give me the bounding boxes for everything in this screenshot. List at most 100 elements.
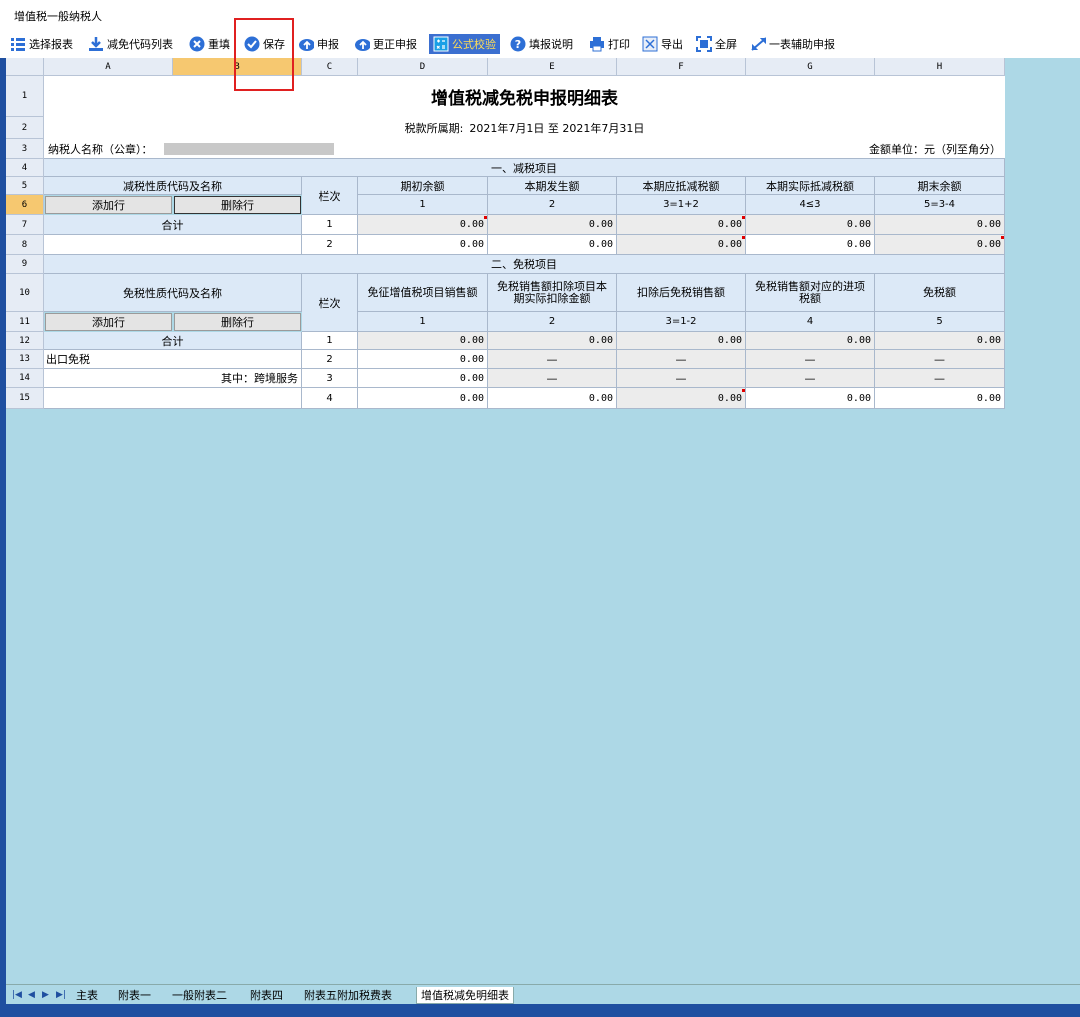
row-header-8[interactable]: 8	[6, 235, 44, 255]
s2-r4-c1-input[interactable]: 0.00	[358, 388, 488, 409]
column-header-h[interactable]: H	[875, 58, 1005, 76]
tax-period-value: 2021年7月1日 至 2021年7月31日	[469, 122, 645, 135]
s1-col-header-5: 期末余额	[875, 177, 1005, 195]
row-header-9[interactable]: 9	[6, 255, 44, 274]
s1-delete-row-button[interactable]: 删除行	[174, 196, 301, 214]
s2-r3-c4: —	[746, 369, 875, 388]
s2-col-num-3: 3=1-2	[617, 312, 746, 332]
row-header-1[interactable]: 1	[6, 76, 44, 117]
s2-col-header-4: 免税销售额对应的进项税额	[746, 274, 875, 312]
s1-col-num-4: 4≤3	[746, 195, 875, 215]
next-sheet-icon[interactable]: ▶	[42, 987, 49, 1003]
s2-row4-name-input[interactable]	[44, 388, 302, 409]
formula-check-button[interactable]: 公式校验	[429, 34, 500, 54]
s2-cross-border-label: 其中：跨境服务	[44, 369, 302, 388]
cell-note-marker	[742, 216, 745, 219]
section1-title: 一、减税项目	[44, 159, 1005, 177]
row-header-13[interactable]: 13	[6, 350, 44, 369]
column-header-b[interactable]: B	[173, 58, 302, 76]
window-title: 增值税一般纳税人	[14, 10, 102, 23]
export-button[interactable]: 导出	[642, 34, 683, 54]
column-header-c[interactable]: C	[302, 58, 358, 76]
tax-period: 税款所属期: 2021年7月1日 至 2021年7月31日	[44, 117, 1005, 139]
s2-r1-c2: 0.00	[488, 332, 617, 350]
correct-declare-button[interactable]: 更正申报	[354, 34, 417, 54]
tax-period-label: 税款所属期:	[404, 122, 464, 135]
corner-header[interactable]	[6, 58, 44, 76]
s2-r1-c4: 0.00	[746, 332, 875, 350]
s2-r4-c2-input[interactable]: 0.00	[488, 388, 617, 409]
s1-col-num-3: 3=1+2	[617, 195, 746, 215]
check-circle-icon	[244, 36, 260, 52]
svg-text:?: ?	[515, 38, 521, 51]
exemption-code-list-button[interactable]: 减免代码列表	[88, 34, 173, 54]
s1-r2-c2-input[interactable]: 0.00	[488, 235, 617, 255]
s1-r2-c1-input[interactable]: 0.00	[358, 235, 488, 255]
cell-note-marker	[742, 236, 745, 239]
s2-r1-c3: 0.00	[617, 332, 746, 350]
sheet-tabs: |◀ ◀ ▶ ▶| 主表 附表一 一般附表二 附表四 附表五附加税费表 增值税减…	[6, 984, 1080, 1005]
row-header-6[interactable]: 6	[6, 195, 44, 215]
row-header-5[interactable]: 5	[6, 177, 44, 195]
calculator-icon	[433, 36, 449, 52]
cloud-upload-icon	[298, 36, 314, 52]
s1-col-num-5: 5=3-4	[875, 195, 1005, 215]
tab-schedule-1[interactable]: 附表一	[118, 987, 151, 1003]
spreadsheet: A B C D E F G H 1 2 3 4 5 6 7 8 9 10 11 …	[6, 58, 1080, 984]
s2-delete-row-button[interactable]: 删除行	[174, 313, 301, 331]
s2-r3-c1-input[interactable]: 0.00	[358, 369, 488, 388]
declare-button[interactable]: 申报	[298, 34, 339, 54]
column-header-e[interactable]: E	[488, 58, 617, 76]
row-header-4[interactable]: 4	[6, 159, 44, 177]
row-header-7[interactable]: 7	[6, 215, 44, 235]
last-sheet-icon[interactable]: ▶|	[56, 987, 66, 1003]
report-title: 增值税减免税申报明细表	[44, 76, 1005, 117]
row-header-10[interactable]: 10	[6, 274, 44, 312]
list-icon	[10, 36, 26, 52]
status-bar	[0, 1004, 1080, 1017]
fullscreen-button[interactable]: 全屏	[696, 34, 737, 54]
row-header-14[interactable]: 14	[6, 369, 44, 388]
row-header-15[interactable]: 15	[6, 388, 44, 409]
s2-line-1: 1	[302, 332, 358, 350]
s1-row2-name-input[interactable]	[44, 235, 302, 255]
tab-general-schedule-2[interactable]: 一般附表二	[172, 987, 227, 1003]
s2-r4-c5-input[interactable]: 0.00	[875, 388, 1005, 409]
row-header-2[interactable]: 2	[6, 117, 44, 139]
s2-r4-c4-input[interactable]: 0.00	[746, 388, 875, 409]
tab-vat-reduction-detail[interactable]: 增值税减免明细表	[416, 987, 514, 1004]
save-button[interactable]: 保存	[244, 34, 285, 54]
s2-line-number-header: 栏次	[302, 274, 358, 332]
select-report-button[interactable]: 选择报表	[10, 34, 73, 54]
row-header-12[interactable]: 12	[6, 332, 44, 350]
fullscreen-icon	[696, 36, 712, 52]
row-header-11[interactable]: 11	[6, 312, 44, 332]
column-header-d[interactable]: D	[358, 58, 488, 76]
print-button[interactable]: 打印	[589, 34, 630, 54]
refill-button[interactable]: 重填	[189, 34, 230, 54]
s2-col-header-3: 扣除后免税销售额	[617, 274, 746, 312]
one-table-assist-button[interactable]: 一表辅助申报	[750, 34, 835, 54]
s1-add-row-button[interactable]: 添加行	[45, 196, 172, 214]
prev-sheet-icon[interactable]: ◀	[28, 987, 35, 1003]
s1-r2-c3: 0.00	[617, 235, 746, 255]
fill-instructions-button[interactable]: ? 填报说明	[510, 34, 573, 54]
s1-col-num-2: 2	[488, 195, 617, 215]
s2-r2-c1-input[interactable]: 0.00	[358, 350, 488, 369]
column-header-a[interactable]: A	[44, 58, 173, 76]
help-circle-icon: ?	[510, 36, 526, 52]
s2-r2-c4: —	[746, 350, 875, 369]
s1-line-1: 1	[302, 215, 358, 235]
s2-col-header-5: 免税额	[875, 274, 1005, 312]
first-sheet-icon[interactable]: |◀	[12, 987, 22, 1003]
tab-schedule-5-surcharge[interactable]: 附表五附加税费表	[304, 987, 392, 1003]
s1-col-header-2: 本期发生额	[488, 177, 617, 195]
toolbar: 选择报表 减免代码列表 重填 保存 申报 更正申报 公式校验 ? 填报说明 打印…	[0, 30, 1080, 58]
tab-schedule-4[interactable]: 附表四	[250, 987, 283, 1003]
column-header-f[interactable]: F	[617, 58, 746, 76]
tab-main[interactable]: 主表	[76, 987, 98, 1003]
s1-r2-c4-input[interactable]: 0.00	[746, 235, 875, 255]
row-header-3[interactable]: 3	[6, 139, 44, 159]
column-header-g[interactable]: G	[746, 58, 875, 76]
s2-add-row-button[interactable]: 添加行	[45, 313, 172, 331]
